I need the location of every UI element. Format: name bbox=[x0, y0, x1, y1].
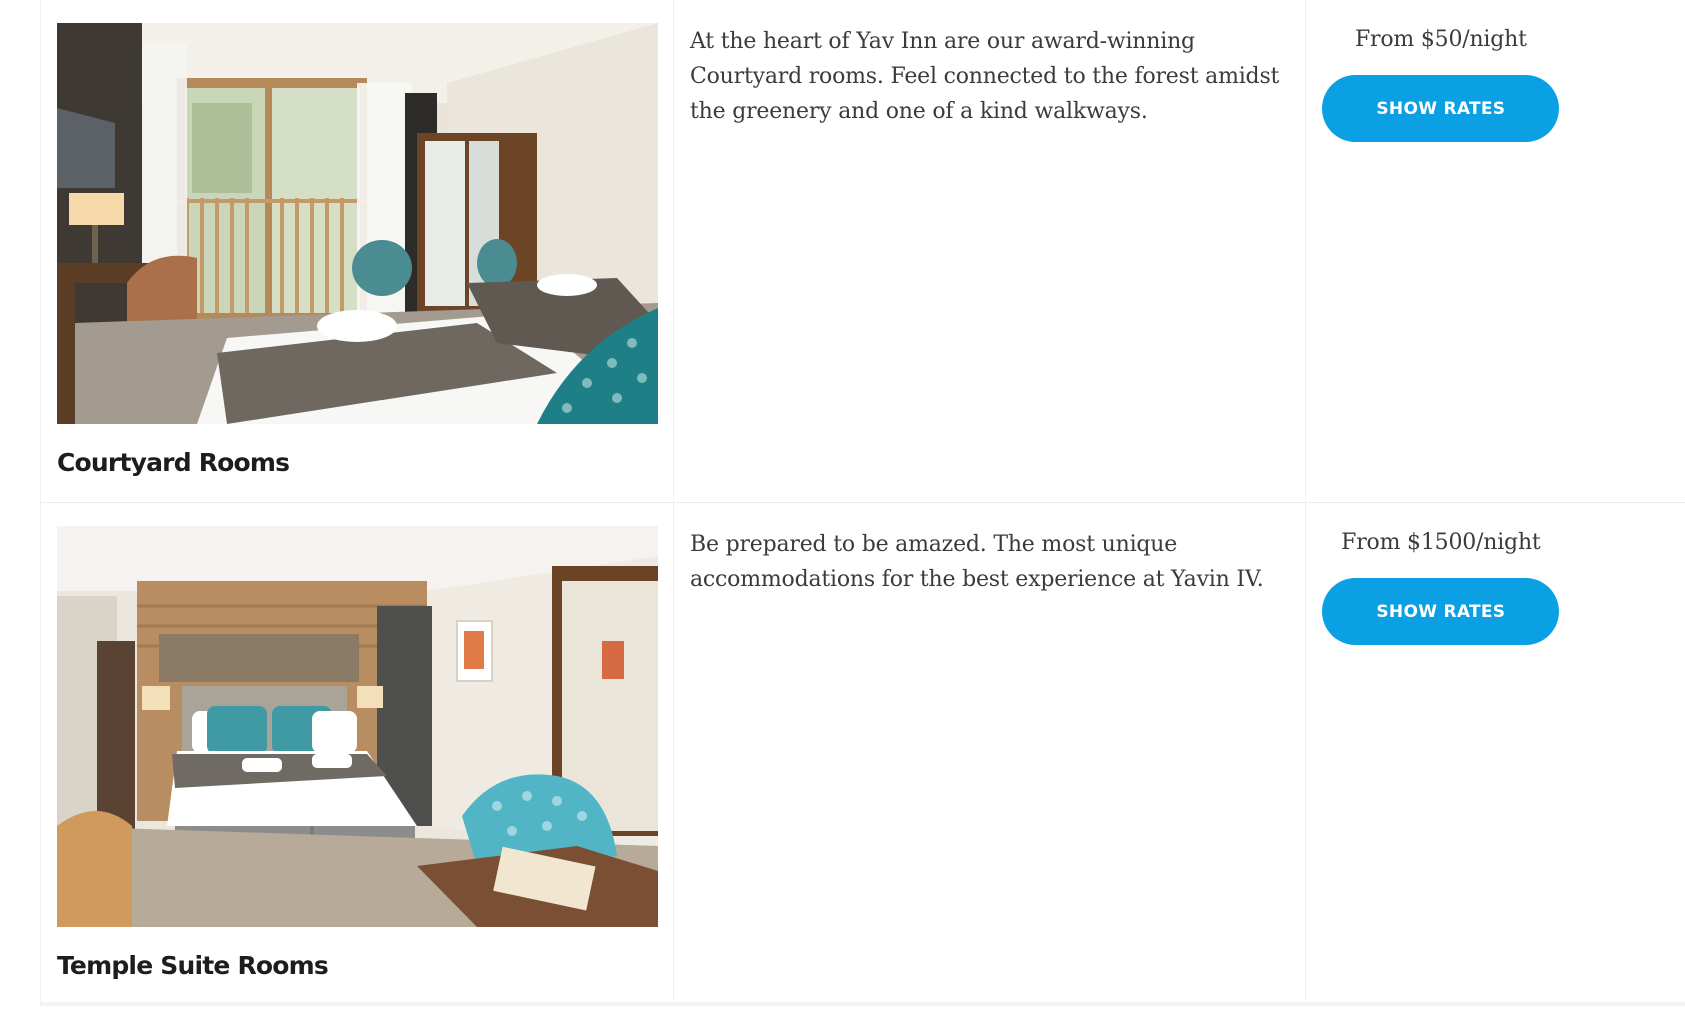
room-media-column: Temple Suite Rooms bbox=[41, 503, 674, 1002]
room-price: From $1500/night bbox=[1341, 530, 1541, 555]
room-price: From $50/night bbox=[1354, 27, 1527, 52]
rooms-table: Courtyard Rooms At the heart of Yav Inn … bbox=[40, 0, 1685, 1006]
room-row-temple-suite: Temple Suite Rooms Be prepared to be ama… bbox=[41, 503, 1685, 1006]
room-description: Be prepared to be amazed. The most uniqu… bbox=[690, 532, 1264, 592]
temple-suite-room-photo bbox=[57, 526, 658, 927]
room-price-column: From $1500/night SHOW RATES bbox=[1306, 503, 1685, 1002]
room-row-courtyard: Courtyard Rooms At the heart of Yav Inn … bbox=[41, 0, 1685, 503]
room-description: At the heart of Yav Inn are our award-wi… bbox=[690, 29, 1280, 124]
room-description-column: Be prepared to be amazed. The most uniqu… bbox=[674, 503, 1307, 1002]
courtyard-room-photo bbox=[57, 23, 658, 424]
show-rates-button[interactable]: SHOW RATES bbox=[1322, 75, 1560, 142]
room-title: Temple Suite Rooms bbox=[57, 951, 329, 980]
room-title: Courtyard Rooms bbox=[57, 448, 290, 477]
room-description-column: At the heart of Yav Inn are our award-wi… bbox=[674, 0, 1307, 502]
room-price-column: From $50/night SHOW RATES bbox=[1306, 0, 1685, 502]
show-rates-button[interactable]: SHOW RATES bbox=[1322, 578, 1560, 645]
room-media-column: Courtyard Rooms bbox=[41, 0, 674, 502]
